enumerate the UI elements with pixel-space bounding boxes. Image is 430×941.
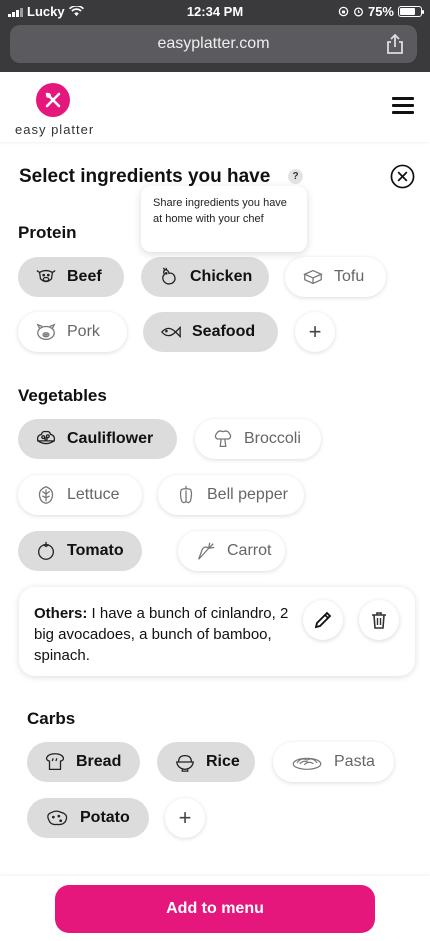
chip-tofu[interactable]: Tofu	[285, 257, 386, 297]
potato-icon	[44, 807, 70, 829]
edit-button[interactable]	[303, 600, 343, 640]
chip-label: Beef	[67, 268, 102, 285]
pork-icon	[35, 321, 57, 343]
chip-label: Broccoli	[244, 430, 301, 447]
chip-chicken[interactable]: Chicken	[141, 257, 269, 297]
chip-lettuce[interactable]: Lettuce	[18, 475, 142, 515]
url-bar[interactable]: easyplatter.com	[10, 25, 417, 63]
chip-broccoli[interactable]: Broccoli	[195, 419, 321, 459]
brand-name: easy platter	[15, 122, 95, 137]
chip-cauliflower[interactable]: Cauliflower	[18, 419, 177, 459]
chip-seafood[interactable]: Seafood	[143, 312, 278, 352]
chip-label: Carrot	[227, 542, 272, 559]
tofu-icon	[302, 266, 324, 288]
chip-label: Pork	[67, 323, 100, 340]
battery-percent: 75%	[367, 4, 394, 19]
others-text: Others: I have a bunch of cinlandro, 2 b…	[34, 603, 294, 666]
bottom-bar: Add to menu	[0, 876, 430, 941]
pencil-icon	[314, 611, 332, 629]
browser-chrome: Lucky 12:34 PM 75% easyplatter.com	[0, 0, 430, 72]
share-icon[interactable]	[385, 33, 405, 55]
alarm-icon	[353, 7, 363, 17]
chip-pasta[interactable]: Pasta	[273, 742, 394, 782]
site-header: easy platter	[0, 72, 430, 142]
chip-label: Rice	[206, 753, 240, 770]
help-tooltip: Share ingredients you have at home with …	[141, 186, 307, 252]
chip-label: Cauliflower	[67, 430, 154, 447]
logo-icon[interactable]	[36, 83, 70, 117]
hamburger-menu-icon[interactable]	[392, 97, 414, 115]
help-icon[interactable]: ?	[288, 169, 303, 184]
beef-icon	[35, 266, 57, 288]
page-title: Select ingredients you have	[19, 166, 271, 187]
bread-icon	[44, 751, 66, 773]
battery-icon	[398, 6, 424, 17]
chip-label: Chicken	[190, 268, 253, 285]
section-title-protein: Protein	[18, 223, 77, 242]
add-to-menu-button[interactable]: Add to menu	[55, 885, 375, 933]
chip-pork[interactable]: Pork	[18, 312, 127, 352]
chip-carrot[interactable]: Carrot	[178, 531, 285, 571]
fish-icon	[160, 321, 182, 343]
chip-label: Pasta	[334, 753, 375, 770]
broccoli-icon	[212, 428, 234, 450]
trash-icon	[372, 612, 386, 629]
close-icon[interactable]	[390, 164, 415, 189]
chip-rice[interactable]: Rice	[157, 742, 255, 782]
section-title-vegetables: Vegetables	[18, 386, 107, 405]
tomato-icon	[35, 540, 57, 562]
chip-label: Potato	[80, 809, 130, 826]
section-title-carbs: Carbs	[27, 709, 76, 728]
chip-beef[interactable]: Beef	[18, 257, 124, 297]
pasta-icon	[290, 751, 324, 773]
chip-label: Bell pepper	[207, 486, 288, 503]
add-carbs-button[interactable]: +	[165, 798, 205, 838]
chip-label: Bread	[76, 753, 122, 770]
lock-rotation-icon	[338, 6, 349, 17]
chip-label: Lettuce	[67, 486, 120, 503]
add-protein-button[interactable]: +	[295, 312, 335, 352]
chip-label: Seafood	[192, 323, 256, 340]
carrot-icon	[195, 540, 217, 562]
lettuce-icon	[35, 484, 57, 506]
bell-pepper-icon	[175, 484, 197, 506]
others-label: Others:	[34, 605, 88, 622]
url-text: easyplatter.com	[157, 35, 270, 52]
delete-button[interactable]	[359, 600, 399, 640]
chicken-icon	[158, 266, 180, 288]
chip-potato[interactable]: Potato	[27, 798, 149, 838]
chip-label: Tofu	[334, 268, 365, 285]
status-bar: Lucky 12:34 PM 75%	[0, 0, 430, 22]
chip-tomato[interactable]: Tomato	[18, 531, 142, 571]
rice-bowl-icon	[174, 751, 196, 773]
chip-bell-pepper[interactable]: Bell pepper	[158, 475, 304, 515]
others-card: Others: I have a bunch of cinlandro, 2 b…	[19, 587, 415, 676]
cauliflower-icon	[35, 428, 57, 450]
chip-label: Tomato	[67, 542, 124, 559]
chip-bread[interactable]: Bread	[27, 742, 140, 782]
